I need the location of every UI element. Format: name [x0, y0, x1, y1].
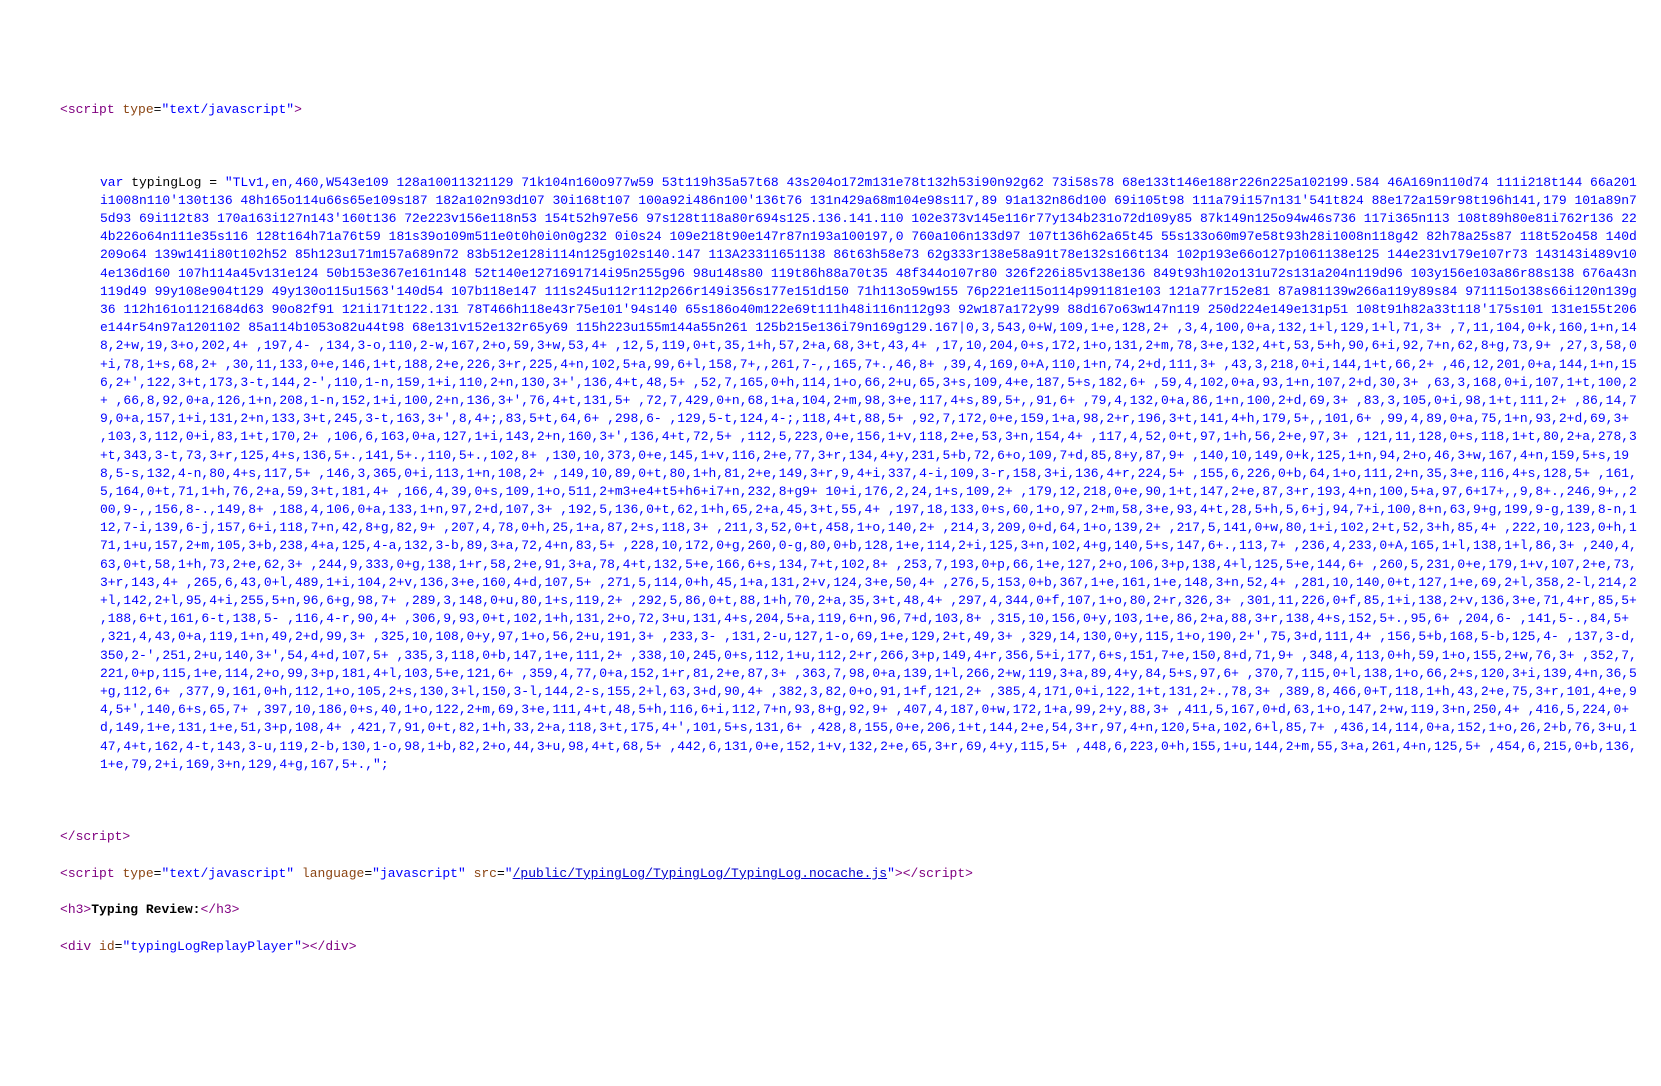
bracket: </	[60, 829, 76, 844]
bracket: >	[294, 102, 302, 117]
bracket: >	[232, 902, 240, 917]
bracket: <	[60, 866, 68, 881]
div-line: <div id="typingLogReplayPlayer"></div>	[20, 938, 1641, 956]
bracket: <	[60, 102, 68, 117]
attr-val: "typingLogReplayPlayer"	[122, 939, 301, 954]
type-attr: type	[122, 102, 153, 117]
script-tag: script	[918, 866, 965, 881]
quote: "	[505, 866, 513, 881]
div-tag: div	[68, 939, 91, 954]
bracket: >	[302, 939, 310, 954]
div-tag: div	[325, 939, 348, 954]
h3-line: <h3>Typing Review:</h3>	[20, 901, 1641, 919]
h3-tag: h3	[216, 902, 232, 917]
bracket: <	[60, 939, 68, 954]
var-name: typingLog =	[123, 175, 224, 190]
script-tag: script	[76, 829, 123, 844]
var-keyword: var	[100, 175, 123, 190]
attr-val: "javascript"	[372, 866, 466, 881]
quote: "	[887, 866, 895, 881]
script-tag: script	[68, 102, 115, 117]
h3-tag: h3	[68, 902, 84, 917]
bracket: </	[200, 902, 216, 917]
attr-val: "text/javascript"	[161, 866, 294, 881]
h3-text: Typing Review:	[91, 902, 200, 917]
typing-log-string: "TLv1,en,460,W543e109 128a10011321129 71…	[100, 175, 1645, 772]
script-close: </script>	[20, 828, 1641, 846]
blank-line	[20, 792, 1641, 810]
attr-val: "text/javascript"	[161, 102, 294, 117]
src-link[interactable]: /public/TypingLog/TypingLog/TypingLog.no…	[513, 866, 887, 881]
blank-line	[20, 137, 1641, 155]
bracket: </	[310, 939, 326, 954]
script-external: <script type="text/javascript" language=…	[20, 865, 1641, 883]
bracket: </	[903, 866, 919, 881]
src-attr: src	[474, 866, 497, 881]
script-tag: script	[68, 866, 115, 881]
bracket: <	[60, 902, 68, 917]
typing-log-line: var typingLog = "TLv1,en,460,W543e109 12…	[20, 174, 1641, 774]
bracket: >	[349, 939, 357, 954]
script-open: <script type="text/javascript">	[20, 101, 1641, 119]
type-attr: type	[122, 866, 153, 881]
code-viewer: <script type="text/javascript"> var typi…	[20, 83, 1641, 974]
bracket: >	[895, 866, 903, 881]
bracket: >	[965, 866, 973, 881]
lang-attr: language	[302, 866, 364, 881]
id-attr: id	[99, 939, 115, 954]
bracket: >	[122, 829, 130, 844]
